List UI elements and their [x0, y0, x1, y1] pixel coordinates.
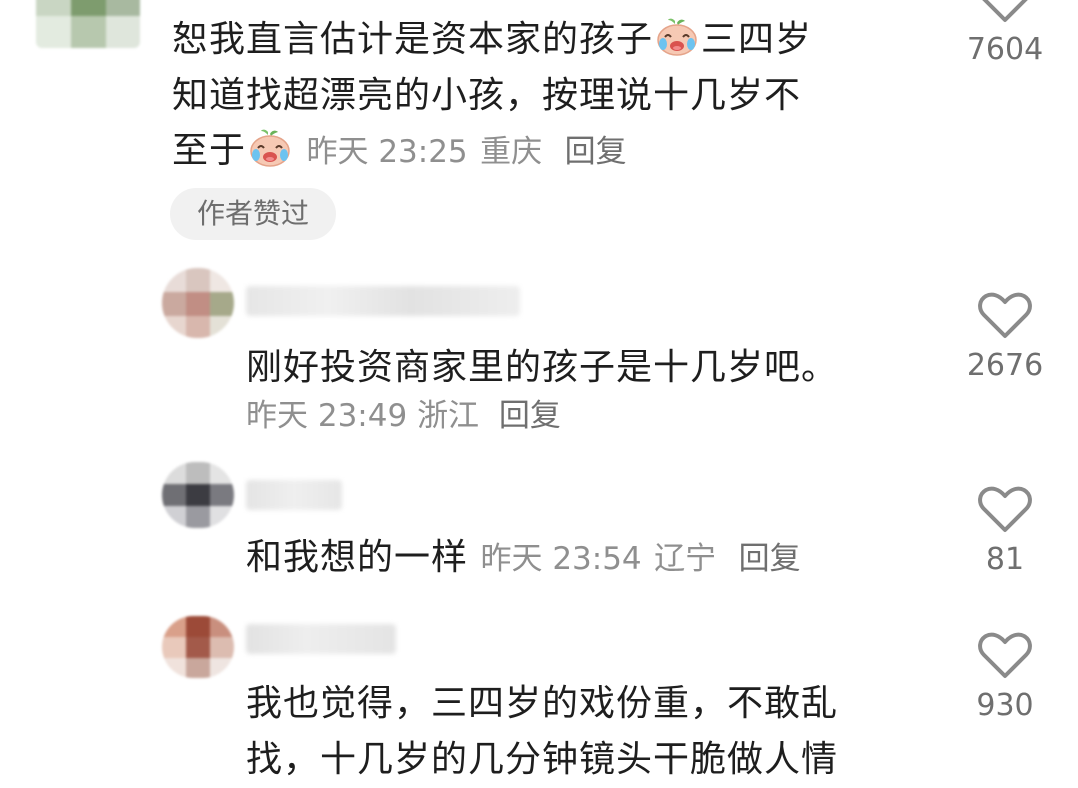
crying-laughing-peach-emoji-icon — [655, 17, 699, 57]
comment-3-like-count: 81 — [985, 542, 1025, 577]
comment-2-time: 昨天 23:49 — [246, 398, 408, 434]
heart-icon[interactable] — [978, 486, 1032, 534]
comment-2-meta: 昨天 23:49 浙江 回复 — [246, 396, 561, 436]
username-blurred-3[interactable] — [246, 480, 342, 510]
crying-laughing-peach-emoji-icon — [248, 128, 292, 168]
comment-2-like-count: 2676 — [966, 348, 1044, 383]
comment-1-like-count: 7604 — [966, 32, 1044, 67]
comment-4-like[interactable]: 930 — [960, 632, 1050, 724]
comment-4-line-2: 找，十几岁的几分钟镜头干脆做人情 — [246, 739, 839, 780]
comment-3-reply-button[interactable]: 回复 — [739, 541, 801, 577]
comment-4-like-count: 930 — [976, 688, 1034, 723]
comment-1-reply-button[interactable]: 回复 — [565, 134, 627, 170]
comment-3-like[interactable]: 81 — [960, 486, 1050, 578]
comment-3-location: 辽宁 — [654, 541, 717, 577]
author-liked-badge: 作者赞过 — [170, 188, 336, 240]
comment-1-line-3: 至于 昨天 23:25 重庆 回复 — [172, 128, 627, 171]
comment-3-time: 昨天 23:54 — [480, 541, 642, 577]
comment-2-reply-button[interactable]: 回复 — [499, 398, 561, 434]
comment-1-like[interactable]: 7604 — [960, 0, 1050, 68]
comment-3-line: 和我想的一样 昨天 23:54 辽宁 回复 — [246, 530, 801, 587]
avatar-3[interactable] — [162, 462, 234, 528]
heart-icon[interactable] — [978, 0, 1032, 24]
comment-1-line-1: 恕我直言估计是资本家的孩子 三四岁 — [172, 17, 813, 60]
username-blurred-2[interactable] — [246, 286, 520, 316]
username-blurred-4[interactable] — [246, 624, 396, 654]
comment-1-line-2: 知道找超漂亮的小孩，按理说十几岁不 — [172, 75, 802, 116]
comment-2-location: 浙江 — [417, 398, 480, 434]
comment-4-line-1: 我也觉得，三四岁的戏份重，不敢乱 — [246, 683, 839, 724]
avatar-1[interactable] — [36, 0, 140, 48]
comment-1-time: 昨天 23:25 — [306, 134, 468, 170]
comment-2-like[interactable]: 2676 — [960, 292, 1050, 384]
heart-icon[interactable] — [978, 292, 1032, 340]
avatar-2[interactable] — [162, 268, 234, 338]
heart-icon[interactable] — [978, 632, 1032, 680]
comment-1-location: 重庆 — [480, 134, 543, 170]
avatar-4[interactable] — [162, 616, 234, 678]
comment-3-text: 和我想的一样 — [246, 537, 469, 578]
comment-2-text: 刚好投资商家里的孩子是十几岁吧。 — [246, 347, 839, 388]
